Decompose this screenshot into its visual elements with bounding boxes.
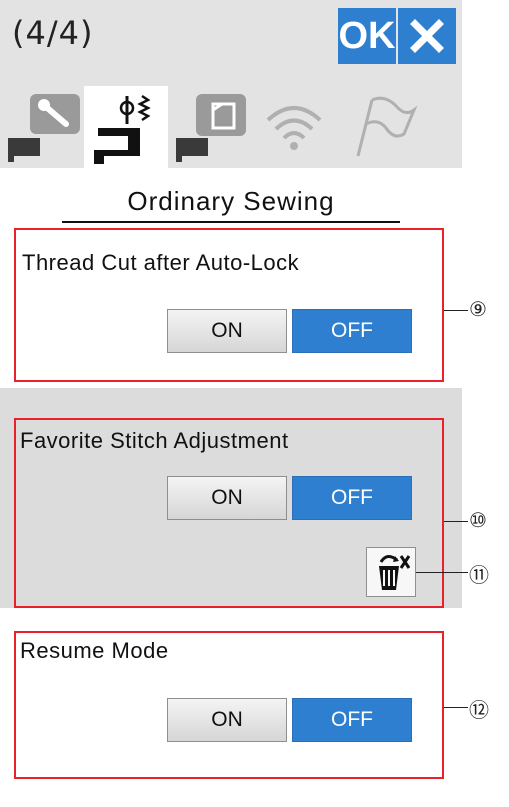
close-button[interactable]: [398, 8, 456, 64]
page-indicator: (4/4): [12, 14, 94, 52]
resume-mode-off-button[interactable]: OFF: [292, 698, 412, 742]
favorite-stitch-on-button[interactable]: ON: [167, 476, 287, 520]
thread-cut-label: Thread Cut after Auto-Lock: [22, 250, 300, 275]
settings-tab-bar: [0, 86, 462, 171]
callout-line-12: [444, 707, 468, 708]
tab-ordinary-sewing[interactable]: [84, 86, 168, 168]
thread-cut-off-button[interactable]: OFF: [292, 309, 412, 353]
wrench-icon: [8, 94, 80, 162]
tab-common-settings[interactable]: [0, 86, 84, 168]
section-title-underline: [62, 221, 400, 223]
tab-embroidery[interactable]: [168, 86, 252, 168]
flag-icon: [356, 96, 418, 157]
callout-line-11: [416, 572, 468, 573]
callout-line-9: [444, 310, 468, 311]
close-x-icon: [410, 19, 444, 53]
tab-wireless[interactable]: [252, 86, 336, 168]
favorite-stitch-off-button[interactable]: OFF: [292, 476, 412, 520]
needle-thread-icon: [94, 94, 151, 164]
callout-11: ⑪: [469, 563, 489, 587]
settings-screen: (4/4) OK Ordinary Sewing Thread Cut afte…: [0, 0, 462, 807]
trash-delete-icon: [379, 555, 411, 590]
favorite-stitch-label: Favorite Stitch Adjustment: [20, 428, 289, 453]
delete-favorite-button[interactable]: [366, 547, 416, 597]
section-title: Ordinary Sewing: [127, 186, 335, 216]
resume-mode-on-button[interactable]: ON: [167, 698, 287, 742]
callout-10: ⑩: [469, 508, 487, 532]
callout-line-10: [444, 521, 468, 522]
top-bar: (4/4) OK: [0, 0, 462, 68]
thread-cut-on-button[interactable]: ON: [167, 309, 287, 353]
resume-mode-label: Resume Mode: [20, 638, 169, 663]
wifi-icon: [266, 106, 322, 150]
callout-12: ⑫: [469, 698, 489, 722]
embroidery-hoop-icon: [176, 94, 246, 162]
ok-button[interactable]: OK: [338, 8, 396, 64]
tab-language[interactable]: [336, 86, 420, 168]
callout-9: ⑨: [469, 297, 487, 321]
